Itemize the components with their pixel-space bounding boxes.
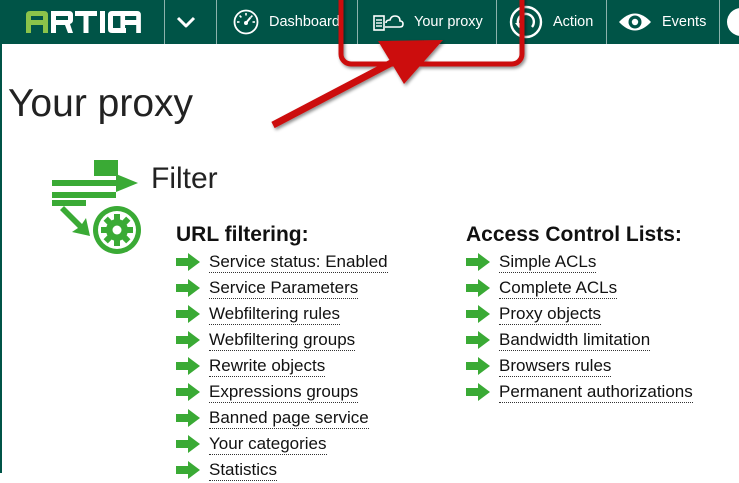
url-filtering-heading: URL filtering: [176, 223, 309, 246]
nav-divider [606, 0, 607, 44]
nav-divider [357, 0, 358, 44]
link-statistics[interactable]: Statistics [209, 460, 278, 481]
url-filtering-link[interactable]: Webfiltering rules [176, 301, 388, 327]
url-filtering-link[interactable]: Banned page service [176, 405, 388, 431]
nav-label-your-proxy: Your proxy [414, 14, 483, 30]
acl-link[interactable]: Browsers rules [466, 353, 693, 379]
green-arrow-icon [176, 253, 200, 271]
url-filtering-list: Service status: Enabled Service Paramete… [176, 249, 388, 483]
link-permanent-authorizations[interactable]: Permanent authorizations [499, 382, 693, 403]
nav-divider [719, 0, 720, 44]
page-title: Your proxy [8, 82, 194, 125]
nav-label-dashboard: Dashboard [269, 14, 340, 30]
green-arrow-icon [466, 383, 490, 401]
link-service-parameters[interactable]: Service Parameters [209, 278, 359, 299]
top-navbar: Dashboard Your proxy Action Events [0, 0, 739, 44]
nav-menu-toggle[interactable] [176, 0, 196, 44]
pointer-arrow-head [378, 40, 443, 84]
acl-list: Simple ACLs Complete ACLs Proxy objects … [466, 249, 693, 405]
acl-link[interactable]: Permanent authorizations [466, 379, 693, 405]
action-refresh-icon [509, 5, 543, 39]
green-arrow-icon [176, 461, 200, 479]
url-filtering-link[interactable]: Your categories [176, 431, 388, 457]
proxy-cloud-icon [373, 15, 404, 31]
acl-link[interactable]: Simple ACLs [466, 249, 693, 275]
green-arrow-icon [176, 357, 200, 375]
green-arrow-icon [176, 279, 200, 297]
eye-icon [619, 13, 651, 31]
nav-divider [496, 0, 497, 44]
link-banned-page-service[interactable]: Banned page service [209, 408, 369, 429]
link-proxy-objects[interactable]: Proxy objects [499, 304, 602, 325]
green-arrow-icon [176, 383, 200, 401]
url-filtering-link[interactable]: Service Parameters [176, 275, 388, 301]
link-service-status[interactable]: Service status: Enabled [209, 252, 388, 273]
link-rewrite-objects[interactable]: Rewrite objects [209, 356, 326, 377]
acl-link[interactable]: Proxy objects [466, 301, 693, 327]
link-webfiltering-groups[interactable]: Webfiltering groups [209, 330, 356, 351]
green-arrow-icon [176, 305, 200, 323]
acl-link[interactable]: Complete ACLs [466, 275, 693, 301]
nav-label-events: Events [662, 14, 707, 30]
url-filtering-link[interactable]: Webfiltering groups [176, 327, 388, 353]
link-bandwidth-limitation[interactable]: Bandwidth limitation [499, 330, 651, 351]
acl-link[interactable]: Bandwidth limitation [466, 327, 693, 353]
left-edge-bar [0, 44, 2, 473]
nav-item-action[interactable]: Action [509, 0, 593, 44]
nav-label-action: Action [553, 14, 594, 30]
green-arrow-icon [466, 279, 490, 297]
url-filtering-link[interactable]: Rewrite objects [176, 353, 388, 379]
chevron-down-icon [176, 16, 196, 28]
green-arrow-icon [176, 331, 200, 349]
green-arrow-icon [466, 331, 490, 349]
filter-gear-icon [52, 160, 141, 254]
green-arrow-icon [466, 357, 490, 375]
link-simple-acls[interactable]: Simple ACLs [499, 252, 597, 273]
url-filtering-link[interactable]: Expressions groups [176, 379, 388, 405]
nav-item-events[interactable]: Events [618, 0, 706, 44]
link-webfiltering-rules[interactable]: Webfiltering rules [209, 304, 341, 325]
link-browsers-rules[interactable]: Browsers rules [499, 356, 612, 377]
nav-divider [216, 0, 217, 44]
section-title-filter: Filter [151, 162, 218, 195]
link-complete-acls[interactable]: Complete ACLs [499, 278, 618, 299]
acl-heading: Access Control Lists: [466, 223, 682, 246]
green-arrow-icon [176, 409, 200, 427]
green-arrow-icon [466, 253, 490, 271]
url-filtering-link[interactable]: Service status: Enabled [176, 249, 388, 275]
pointer-arrow-shaft [271, 58, 395, 129]
url-filtering-link[interactable]: Statistics [176, 457, 388, 483]
green-arrow-icon [176, 435, 200, 453]
link-your-categories[interactable]: Your categories [209, 434, 327, 455]
nav-item-dashboard[interactable]: Dashboard [233, 0, 340, 44]
green-arrow-icon [466, 305, 490, 323]
link-expressions-groups[interactable]: Expressions groups [209, 382, 359, 403]
nav-item-partial[interactable] [727, 8, 739, 36]
speedometer-icon [233, 9, 259, 35]
nav-divider [164, 0, 165, 44]
artica-logo[interactable] [26, 11, 142, 33]
nav-item-your-proxy[interactable]: Your proxy [372, 0, 483, 44]
